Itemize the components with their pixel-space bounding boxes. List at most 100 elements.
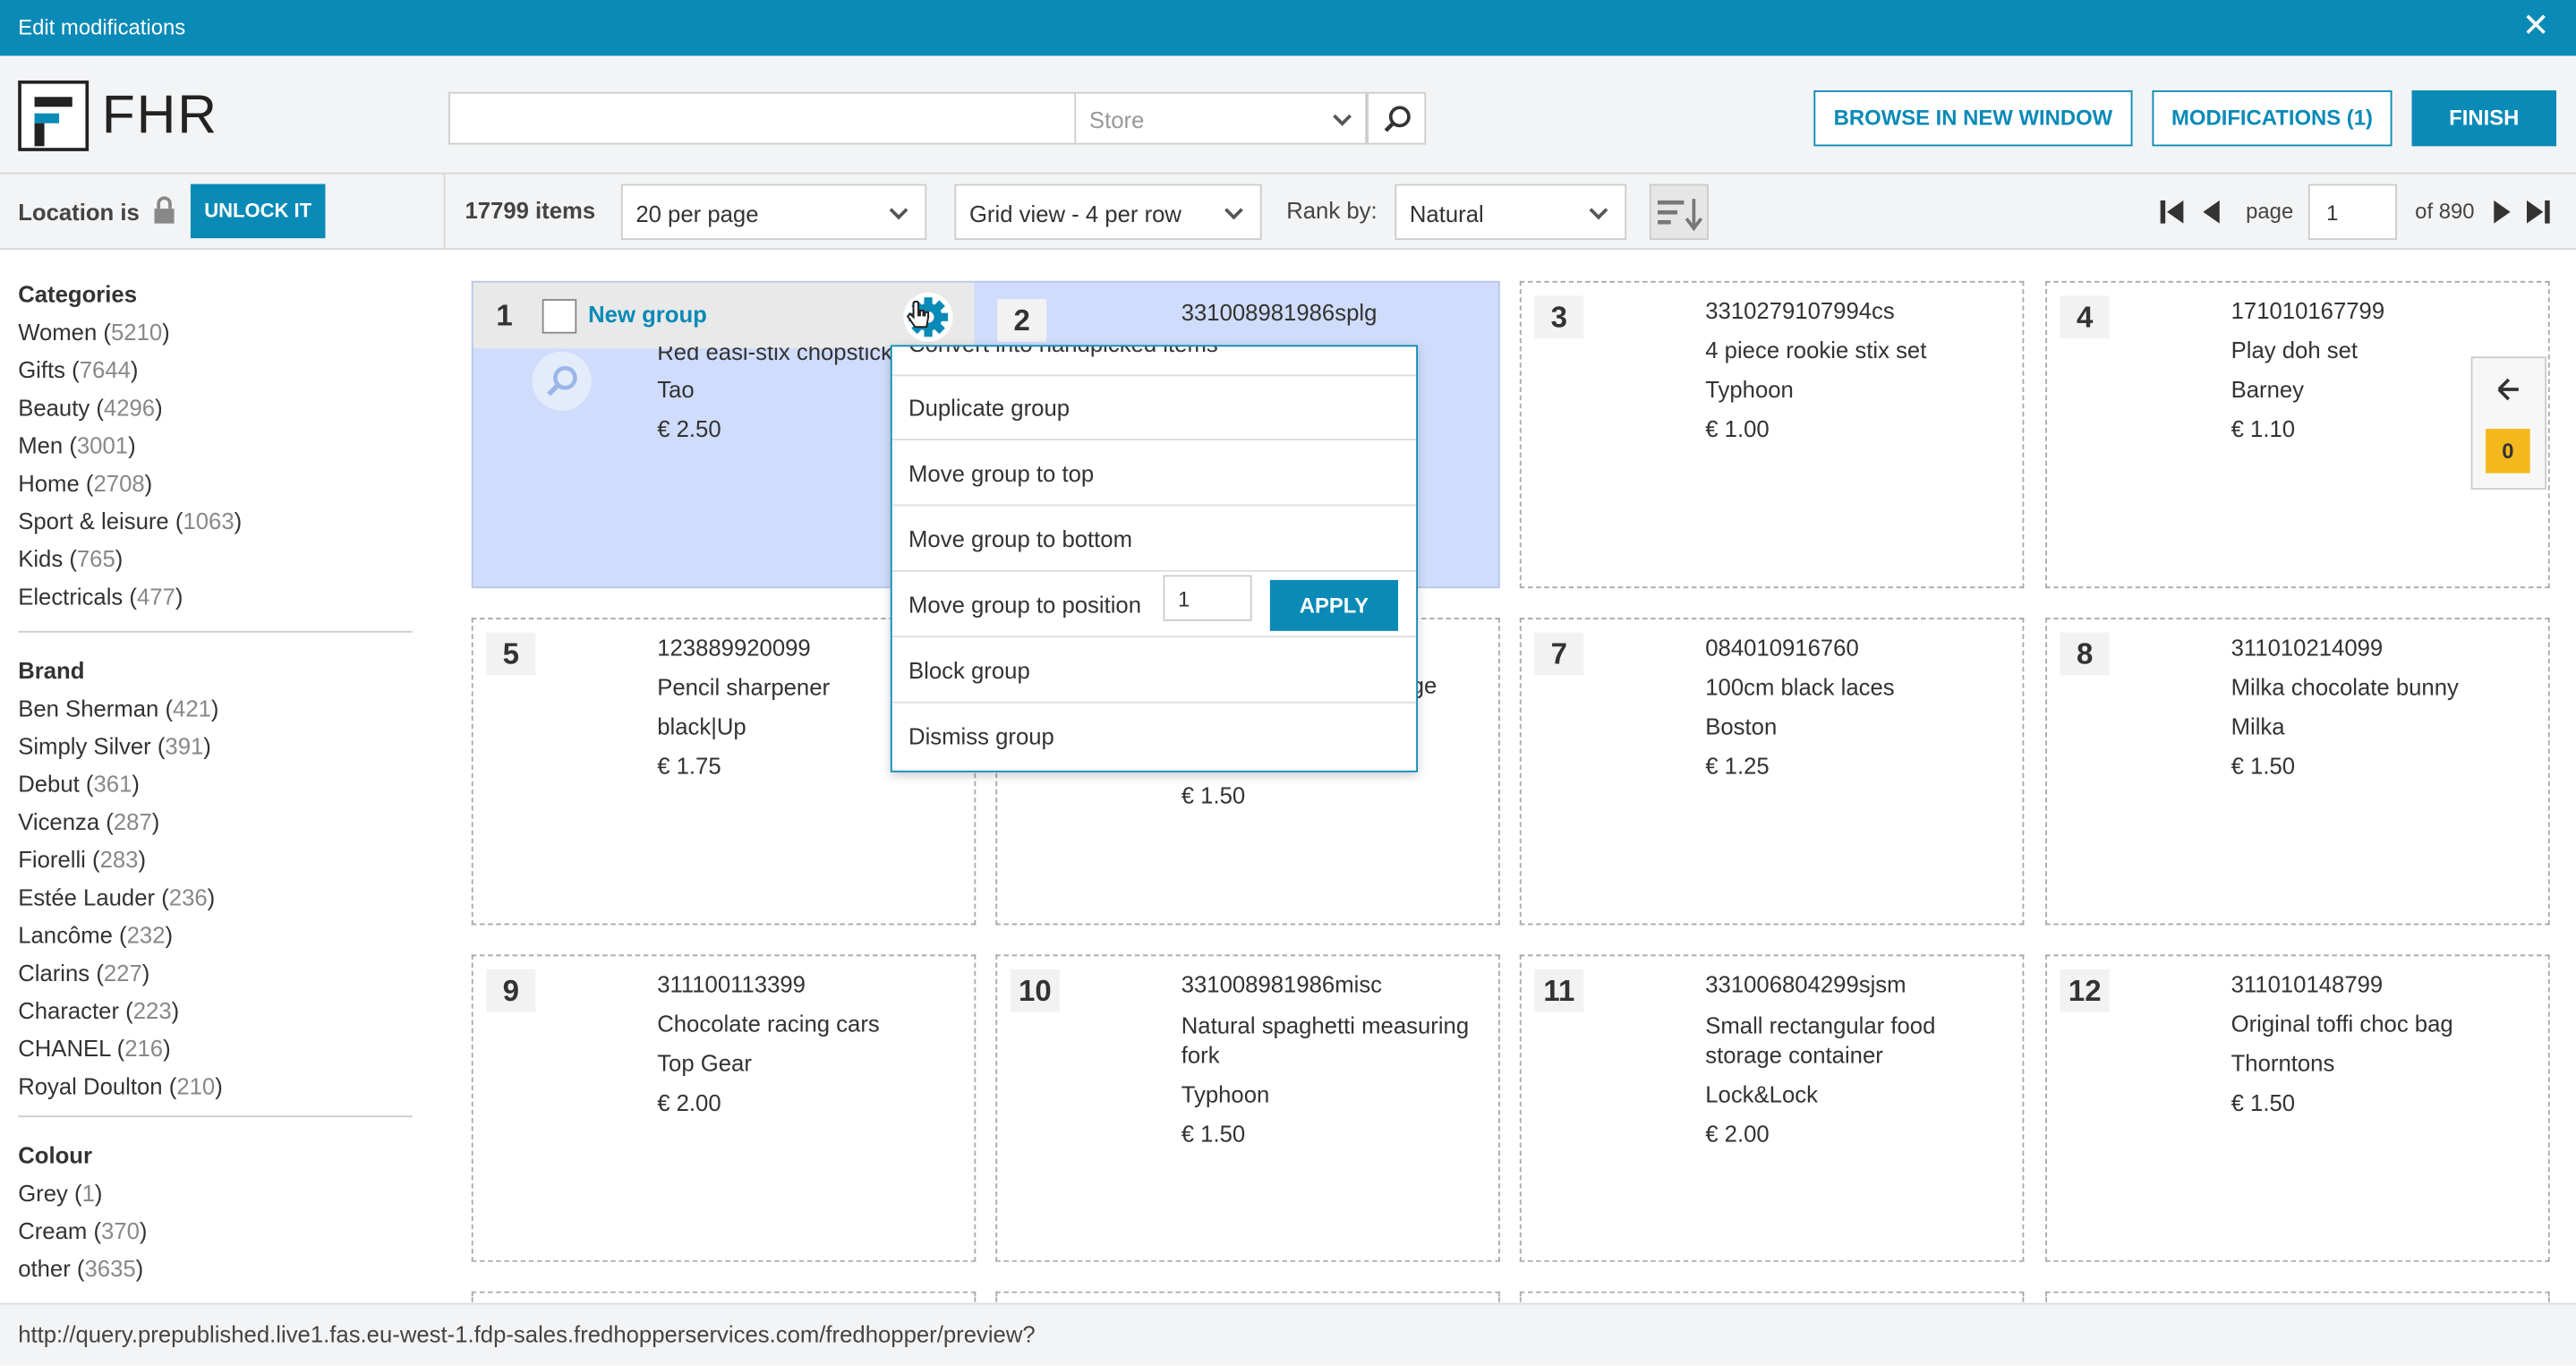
group-position-input[interactable]: 1	[1163, 575, 1252, 621]
product-id: 331008981986splg	[1181, 299, 1378, 326]
facet-item-count: 210	[176, 1072, 216, 1099]
per-page-select[interactable]: 20 per page	[620, 184, 927, 240]
group-checkbox[interactable]	[542, 299, 577, 334]
facet-item-brand[interactable]: Clarins (227)	[18, 960, 149, 986]
search-button[interactable]	[1367, 91, 1427, 145]
product-number: 7	[1534, 632, 1584, 676]
facet-item-categories[interactable]: Electricals (477)	[18, 584, 183, 610]
facet-item-categories[interactable]: Sport & leisure (1063)	[18, 508, 242, 534]
facet-item-brand[interactable]: Lancôme (232)	[18, 922, 173, 948]
product-id: 3310279107994cs	[1705, 297, 1895, 324]
group-title[interactable]: New group	[588, 301, 707, 327]
store-select-value: Store	[1088, 107, 1145, 133]
facet-item-count: 283	[99, 846, 139, 873]
facet-item-name: Fiorelli	[18, 846, 86, 873]
facet-item-colour[interactable]: Grey (1)	[18, 1180, 102, 1206]
sort-order-button[interactable]	[1649, 184, 1709, 240]
location-label: Location is	[18, 199, 140, 226]
product-name: Play doh set	[2231, 337, 2358, 363]
facet-item-name: Estée Lauder	[18, 884, 156, 910]
product-id: 311010148799	[2231, 970, 2384, 998]
product-id: 123889920099	[657, 634, 811, 661]
product-card[interactable]: 3 3310279107994cs 4 piece rookie stix set T…	[1519, 280, 2025, 589]
facet-item-brand[interactable]: Vicenza (287)	[18, 808, 159, 834]
product-name: Pencil sharpener	[657, 673, 831, 700]
previous-page-icon[interactable]	[2200, 199, 2223, 225]
browse-new-window-button[interactable]: BROWSE IN NEW WINDOW	[1813, 90, 2133, 147]
facet-item-name: Gifts	[18, 356, 66, 383]
rank-label: Rank by:	[1286, 197, 1378, 224]
window-title: Edit modifications	[18, 14, 186, 40]
product-number: 2	[997, 299, 1047, 342]
facet-item-categories[interactable]: Men (3001)	[18, 432, 135, 458]
modifications-button[interactable]: MODIFICATIONS (1)	[2152, 90, 2393, 147]
facet-item-count: 227	[103, 959, 142, 986]
search-input[interactable]	[448, 91, 1077, 145]
product-price: € 1.25	[1705, 752, 1770, 780]
facet-item-brand[interactable]: Simply Silver (391)	[18, 733, 211, 759]
facet-item-name: Sport & leisure	[18, 508, 169, 534]
facet-item-brand[interactable]: Royal Doulton (210)	[18, 1073, 223, 1099]
collapse-left-icon[interactable]	[2495, 378, 2521, 401]
facet-item-brand[interactable]: Ben Sherman (421)	[18, 695, 218, 721]
product-card[interactable]: 11 331006804299sjsm Small rectangular food…	[1519, 954, 2025, 1262]
view-select[interactable]: Grid view - 4 per row	[954, 184, 1262, 240]
product-price: € 1.10	[2231, 415, 2296, 442]
product-brand: Lock&Lock	[1705, 1080, 1818, 1108]
facet-item-count: 216	[124, 1035, 164, 1062]
close-icon[interactable]: ✕	[2522, 10, 2550, 43]
finish-button[interactable]: FINISH	[2411, 90, 2557, 147]
sort-icon	[1658, 199, 1703, 232]
logo-text: FHR	[101, 83, 218, 145]
menu-item-block[interactable]: Block group	[891, 637, 1417, 704]
page-input[interactable]: 1	[2307, 184, 2397, 240]
group-header: 1 New group	[473, 282, 975, 349]
product-card[interactable]: 8 311010214099 Milka chocolate bunny Milka €…	[2045, 618, 2550, 926]
facet-item-count: 5210	[110, 319, 163, 346]
facet-item-categories[interactable]: Gifts (7644)	[18, 356, 138, 382]
product-name: Small rectangular food storage container	[1705, 1012, 1936, 1069]
unlock-button[interactable]: UNLOCK IT	[190, 184, 326, 239]
facet-item-brand[interactable]: Fiorelli (283)	[18, 846, 146, 872]
facet-item-count: 1063	[183, 508, 235, 534]
rank-value: Natural	[1409, 200, 1484, 227]
facet-item-brand[interactable]: CHANEL (216)	[18, 1035, 170, 1061]
facet-item-categories[interactable]: Kids (765)	[18, 545, 123, 571]
product-price: € 2.00	[1705, 1120, 1770, 1148]
last-page-icon[interactable]	[2525, 199, 2551, 225]
menu-item-duplicate[interactable]: Duplicate group	[891, 374, 1417, 440]
chevron-down-icon	[1224, 201, 1243, 220]
product-price: € 1.00	[1705, 415, 1770, 442]
facet-item-categories[interactable]: Women (5210)	[18, 319, 170, 345]
magnifier-icon	[547, 365, 577, 397]
facet-item-categories[interactable]: Beauty (4296)	[18, 395, 162, 421]
product-name: Milka chocolate bunny	[2231, 673, 2459, 700]
next-page-icon[interactable]	[2491, 199, 2514, 225]
divider	[18, 630, 413, 633]
facet-item-colour[interactable]: Cream (370)	[18, 1217, 147, 1243]
first-page-icon[interactable]	[2159, 199, 2185, 225]
product-card[interactable]: 10 331008981986misc Natural spaghetti meas…	[995, 954, 1500, 1262]
zoom-button[interactable]	[532, 351, 592, 411]
facet-item-brand[interactable]: Estée Lauder (236)	[18, 884, 215, 909]
rank-select[interactable]: Natural	[1395, 184, 1627, 240]
chevron-down-icon	[1589, 201, 1608, 220]
menu-item-convert[interactable]: Convert into handpicked items	[891, 346, 1417, 377]
facet-item-brand[interactable]: Character (223)	[18, 997, 179, 1023]
apply-button[interactable]: APPLY	[1269, 579, 1399, 631]
side-panel-tab[interactable]: 0	[2470, 356, 2547, 490]
product-card[interactable]: 7 084010916760 100cm black laces Boston € 1.…	[1519, 618, 2025, 926]
store-select[interactable]: Store	[1076, 91, 1368, 145]
menu-item-move-bottom[interactable]: Move group to bottom	[891, 506, 1417, 572]
product-id: 331006804299sjsm	[1705, 970, 1906, 998]
menu-item-dismiss[interactable]: Dismiss group	[892, 704, 1417, 769]
facet-item-brand[interactable]: Debut (361)	[18, 771, 140, 797]
product-card[interactable]: 9 311100113399 Chocolate racing cars Top Ge…	[471, 954, 977, 1262]
product-card[interactable]: 12 311010148799 Original toffi choc bag Tho…	[2045, 954, 2550, 1262]
facet-item-colour[interactable]: other (3635)	[18, 1255, 143, 1281]
window-titlebar: Edit modifications ✕	[0, 0, 2576, 56]
facet-item-categories[interactable]: Home (2708)	[18, 470, 152, 496]
facet-title-categories: Categories	[18, 280, 138, 308]
product-price: € 1.50	[2231, 1089, 2296, 1116]
menu-item-move-top[interactable]: Move group to top	[891, 440, 1417, 507]
